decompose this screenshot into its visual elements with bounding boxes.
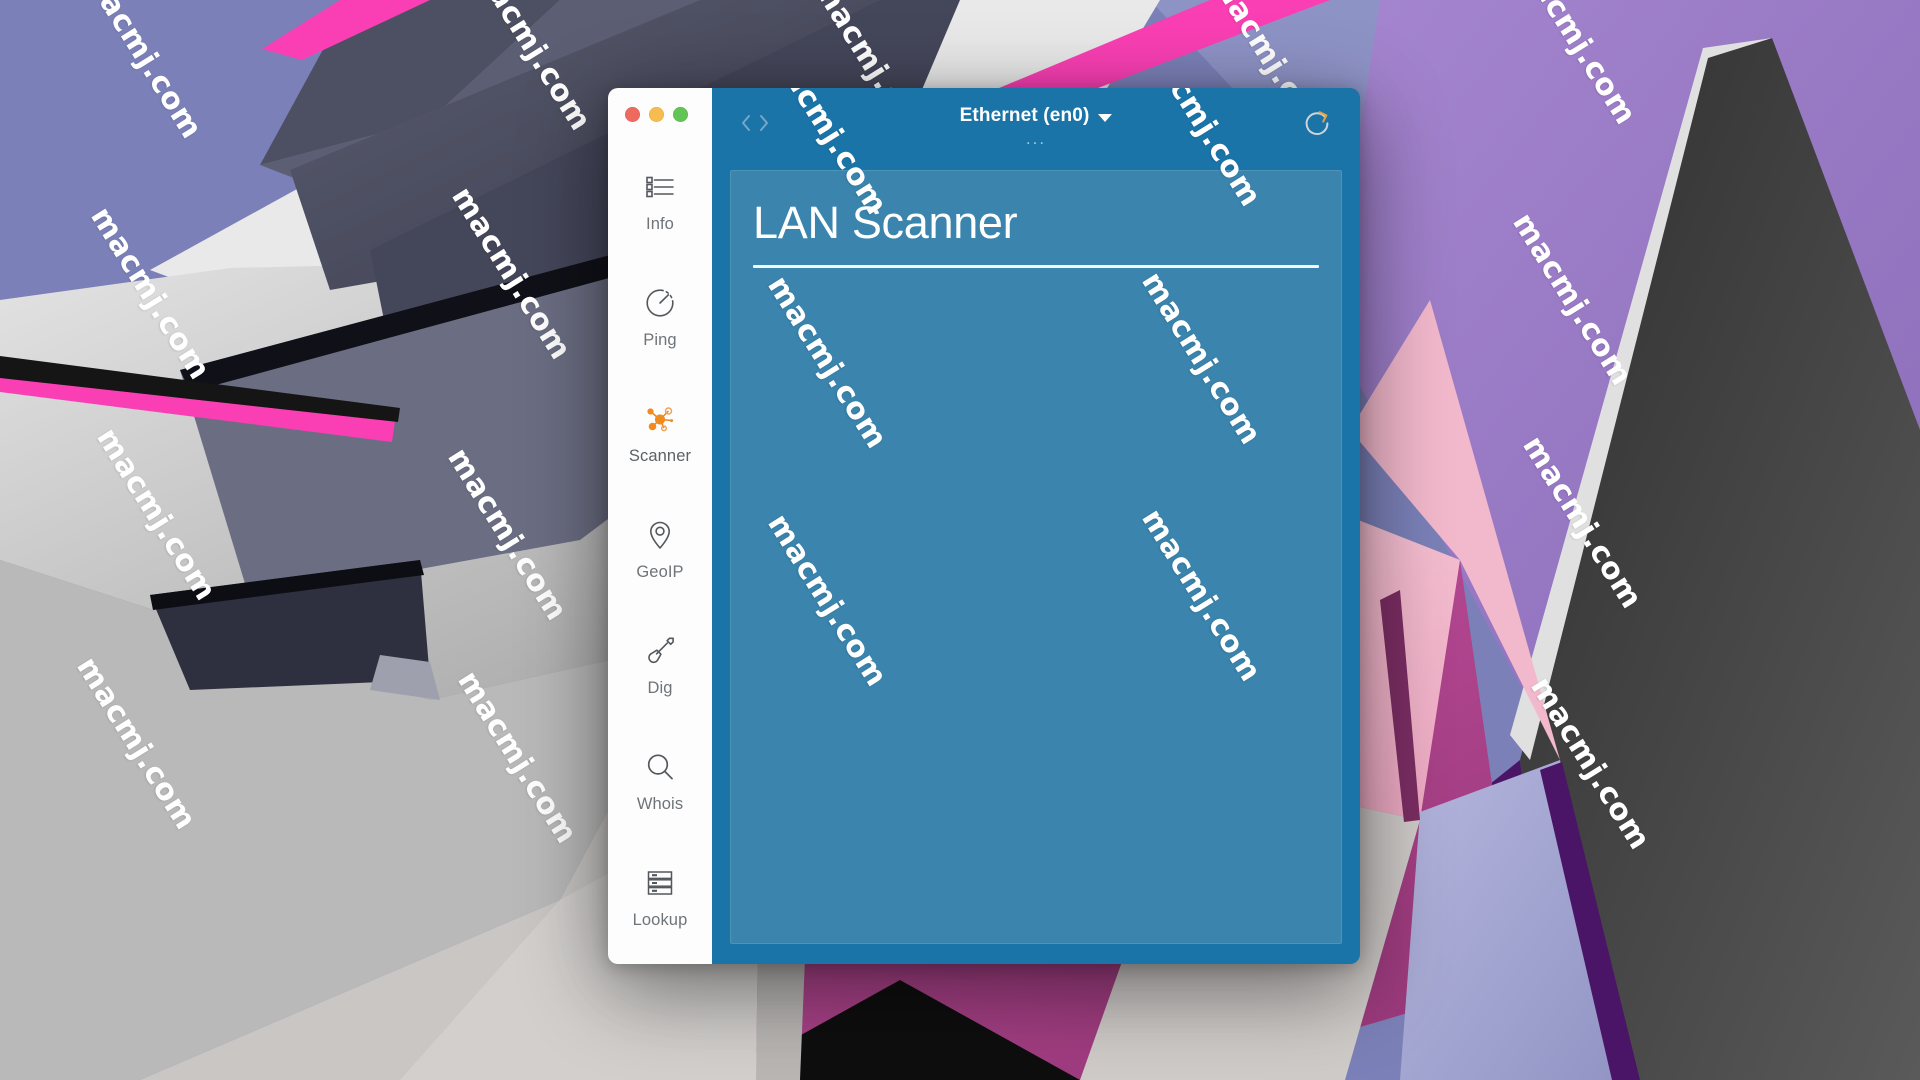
titlebar: Ethernet (en0) ...: [712, 88, 1360, 170]
chevron-down-icon: [1098, 113, 1113, 122]
sidebar-item-label: GeoIP: [636, 563, 684, 581]
sidebar-item-info[interactable]: Info: [608, 144, 712, 260]
sidebar-item-ping[interactable]: Ping: [608, 260, 712, 376]
sidebar-item-geoip[interactable]: GeoIP: [608, 492, 712, 608]
minimize-button[interactable]: [649, 107, 664, 122]
sidebar-item-label: Scanner: [628, 447, 692, 465]
sidebar-item-label: Info: [646, 215, 674, 233]
zoom-button[interactable]: [673, 107, 688, 122]
desktop: macmj.com macmj.com macmj.com macmj.com macm…: [0, 0, 1920, 1080]
list-icon: [646, 176, 674, 198]
gauge-icon: [646, 289, 674, 317]
traffic-light-controls: [625, 107, 688, 122]
sidebar-item-label: Dig: [647, 679, 673, 697]
interface-selector[interactable]: Ethernet (en0): [960, 105, 1113, 127]
interface-name: Ethernet (en0): [959, 105, 1090, 126]
sidebar-item-dig[interactable]: Dig: [608, 608, 712, 724]
content-area: Ethernet (en0) ... LAN Scanner macmj.com…: [712, 88, 1360, 964]
sidebar-item-whois[interactable]: Whois: [608, 724, 712, 840]
page-title: LAN Scanner: [753, 197, 1018, 248]
interface-selector-wrap: Ethernet (en0) ...: [712, 105, 1360, 147]
refresh-icon[interactable]: [1302, 108, 1332, 138]
title-divider: [753, 265, 1319, 269]
interface-subtitle: ...: [1025, 129, 1047, 148]
network-icon: [647, 407, 674, 432]
app-window: Info Ping Scanner GeoIP Dig Whois Lookup…: [608, 88, 1360, 964]
sidebar: Info Ping Scanner GeoIP Dig Whois Lookup: [608, 88, 712, 964]
search-icon: [647, 754, 673, 780]
close-button[interactable]: [625, 107, 640, 122]
scanner-panel: LAN Scanner: [730, 170, 1342, 944]
sidebar-item-label: Whois: [636, 795, 684, 813]
pin-icon: [650, 521, 670, 549]
server-icon: [647, 871, 673, 895]
shovel-icon: [648, 637, 674, 664]
code-brackets-icon[interactable]: [740, 110, 770, 136]
sidebar-item-label: Ping: [643, 331, 677, 349]
sidebar-nav: Info Ping Scanner GeoIP Dig Whois Lookup: [608, 144, 712, 956]
sidebar-item-lookup[interactable]: Lookup: [608, 840, 712, 956]
sidebar-item-label: Lookup: [632, 911, 688, 929]
sidebar-item-scanner[interactable]: Scanner: [608, 376, 712, 492]
